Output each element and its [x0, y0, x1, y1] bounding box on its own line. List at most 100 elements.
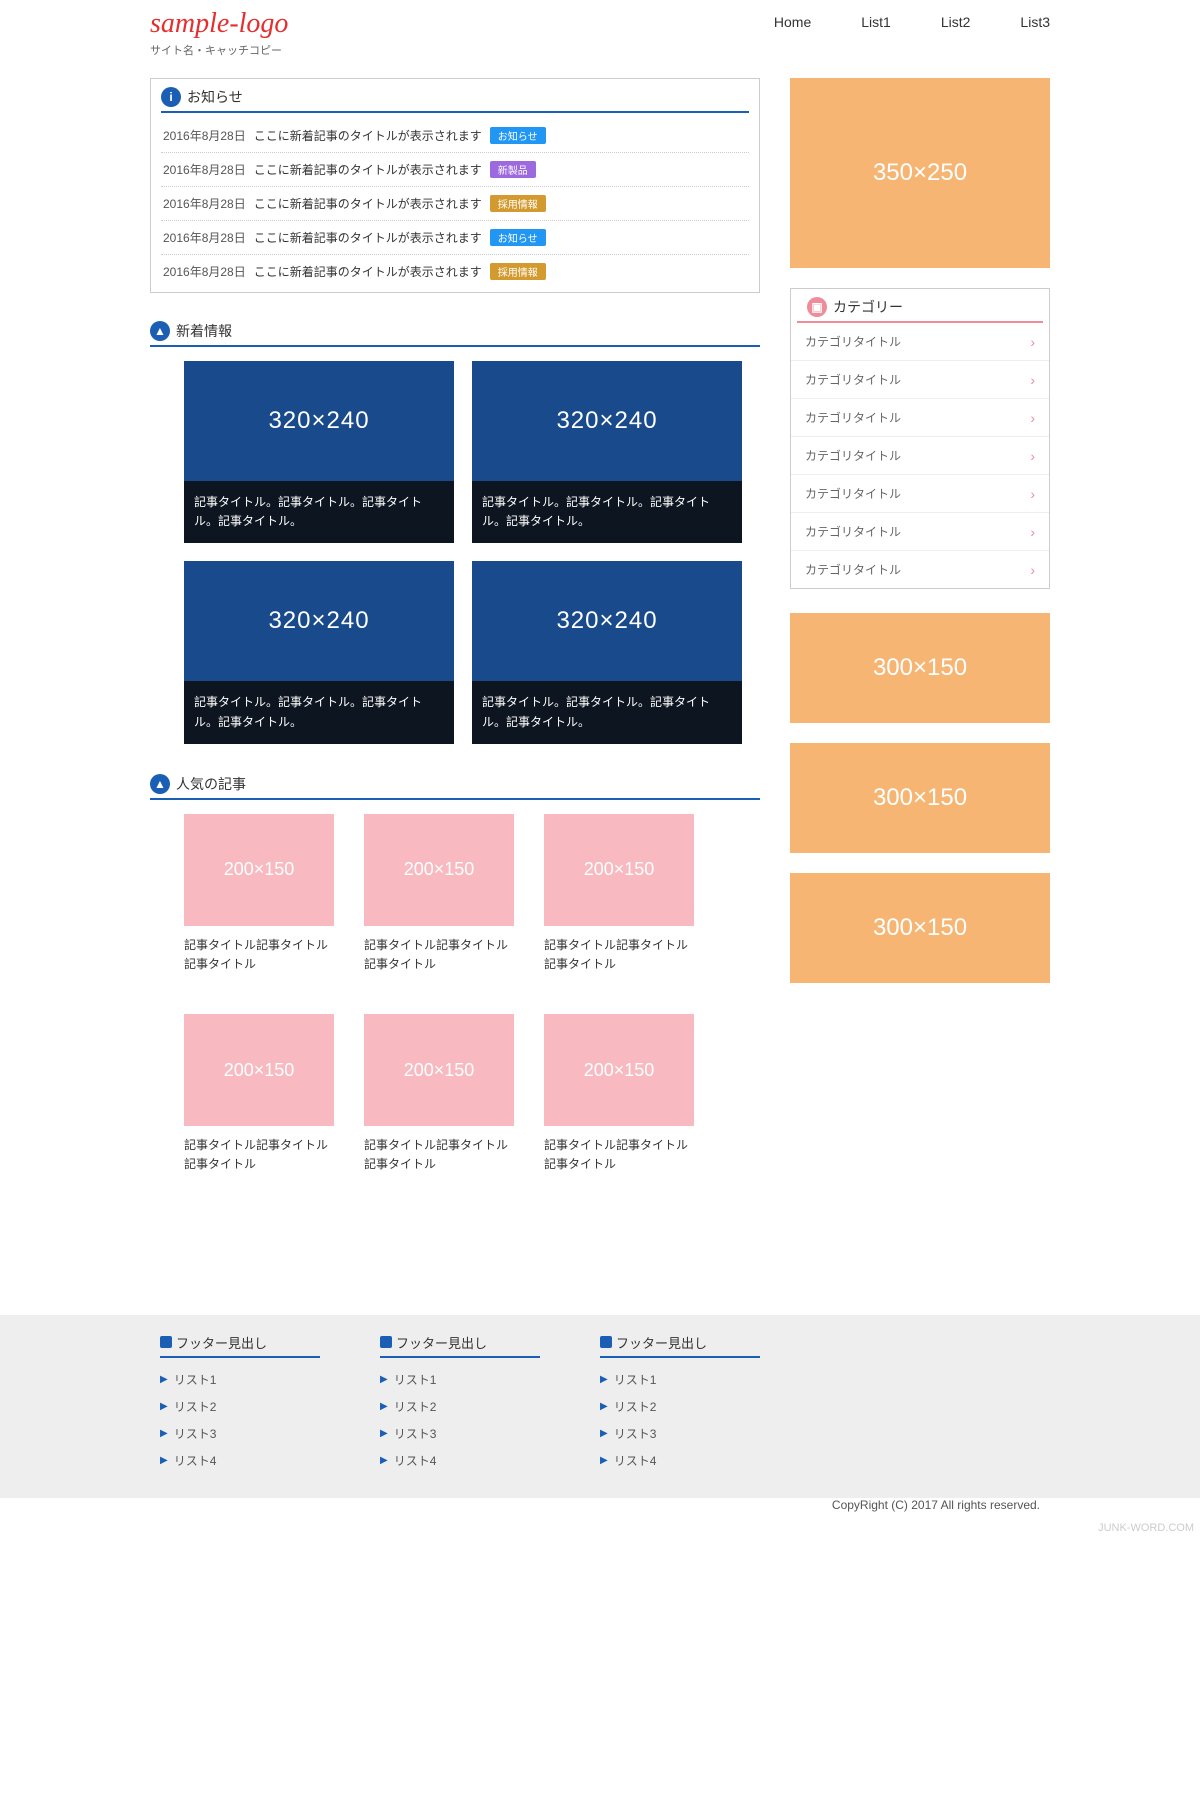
nav-home[interactable]: Home — [774, 14, 811, 30]
footer-link[interactable]: ▶リスト2 — [380, 1393, 540, 1420]
notice-item[interactable]: 2016年8月28日ここに新着記事のタイトルが表示されますお知らせ — [161, 221, 749, 255]
bullet-icon: ▶ — [160, 1428, 168, 1439]
notice-badge: お知らせ — [490, 127, 546, 144]
popular-thumb: 200×150 — [184, 814, 334, 926]
footer-heading: フッター見出し — [160, 1333, 320, 1358]
copyright: CopyRight (C) 2017 All rights reserved. — [150, 1498, 1050, 1520]
popular-card-title: 記事タイトル記事タイトル記事タイトル — [364, 1126, 514, 1184]
category-item[interactable]: カテゴリタイトル› — [791, 551, 1049, 588]
category-label: カテゴリタイトル — [805, 447, 901, 464]
latest-thumb: 320×240 — [472, 361, 742, 481]
footer-link[interactable]: ▶リスト4 — [600, 1447, 760, 1474]
footer-link[interactable]: ▶リスト3 — [600, 1420, 760, 1447]
footer-link[interactable]: ▶リスト1 — [380, 1366, 540, 1393]
side-banner-2[interactable]: 300×150 — [790, 743, 1050, 853]
latest-card-title: 記事タイトル。記事タイトル。記事タイトル。記事タイトル。 — [184, 481, 454, 543]
chevron-right-icon: › — [1030, 372, 1035, 388]
latest-thumb: 320×240 — [472, 561, 742, 681]
footer-heading: フッター見出し — [600, 1333, 760, 1358]
popular-card[interactable]: 200×150記事タイトル記事タイトル記事タイトル — [544, 1014, 694, 1184]
notice-badge: お知らせ — [490, 229, 546, 246]
category-label: カテゴリタイトル — [805, 523, 901, 540]
popular-thumb: 200×150 — [364, 1014, 514, 1126]
popular-card[interactable]: 200×150記事タイトル記事タイトル記事タイトル — [364, 814, 514, 984]
notice-item[interactable]: 2016年8月28日ここに新着記事のタイトルが表示されます採用情報 — [161, 187, 749, 221]
square-icon — [380, 1336, 392, 1348]
notice-badge: 採用情報 — [490, 195, 546, 212]
footer-link[interactable]: ▶リスト4 — [160, 1447, 320, 1474]
popular-thumb: 200×150 — [364, 814, 514, 926]
category-item[interactable]: カテゴリタイトル› — [791, 475, 1049, 513]
popular-card-title: 記事タイトル記事タイトル記事タイトル — [364, 926, 514, 984]
bullet-icon: ▶ — [600, 1401, 608, 1412]
main-nav: Home List1 List2 List3 — [774, 8, 1050, 30]
latest-thumb: 320×240 — [184, 361, 454, 481]
latest-card[interactable]: 320×240記事タイトル。記事タイトル。記事タイトル。記事タイトル。 — [184, 361, 454, 543]
footer-link[interactable]: ▶リスト1 — [600, 1366, 760, 1393]
notice-item-title: ここに新着記事のタイトルが表示されます — [254, 195, 482, 212]
notice-item[interactable]: 2016年8月28日ここに新着記事のタイトルが表示されます採用情報 — [161, 255, 749, 288]
popular-card-title: 記事タイトル記事タイトル記事タイトル — [184, 1126, 334, 1184]
latest-card[interactable]: 320×240記事タイトル。記事タイトル。記事タイトル。記事タイトル。 — [184, 561, 454, 743]
nav-list2[interactable]: List2 — [941, 14, 971, 30]
bullet-icon: ▶ — [160, 1455, 168, 1466]
bullet-icon: ▶ — [380, 1455, 388, 1466]
footer-link[interactable]: ▶リスト2 — [600, 1393, 760, 1420]
footer-heading: フッター見出し — [380, 1333, 540, 1358]
notice-badge: 新製品 — [490, 161, 536, 178]
bullet-icon: ▶ — [380, 1374, 388, 1385]
footer-link[interactable]: ▶リスト2 — [160, 1393, 320, 1420]
popular-card[interactable]: 200×150記事タイトル記事タイトル記事タイトル — [544, 814, 694, 984]
nav-list1[interactable]: List1 — [861, 14, 891, 30]
latest-card[interactable]: 320×240記事タイトル。記事タイトル。記事タイトル。記事タイトル。 — [472, 361, 742, 543]
notice-item-title: ここに新着記事のタイトルが表示されます — [254, 127, 482, 144]
notice-item-title: ここに新着記事のタイトルが表示されます — [254, 229, 482, 246]
up-icon: ▲ — [150, 774, 170, 794]
category-item[interactable]: カテゴリタイトル› — [791, 513, 1049, 551]
latest-card[interactable]: 320×240記事タイトル。記事タイトル。記事タイトル。記事タイトル。 — [472, 561, 742, 743]
latest-card-title: 記事タイトル。記事タイトル。記事タイトル。記事タイトル。 — [472, 681, 742, 743]
notice-date: 2016年8月28日 — [163, 195, 246, 212]
latest-title: 新着情報 — [176, 321, 232, 341]
bullet-icon: ▶ — [600, 1374, 608, 1385]
category-item[interactable]: カテゴリタイトル› — [791, 323, 1049, 361]
category-box: ▣ カテゴリー カテゴリタイトル›カテゴリタイトル›カテゴリタイトル›カテゴリタ… — [790, 288, 1050, 589]
side-banner-1[interactable]: 300×150 — [790, 613, 1050, 723]
square-icon — [160, 1336, 172, 1348]
category-label: カテゴリタイトル — [805, 409, 901, 426]
latest-card-title: 記事タイトル。記事タイトル。記事タイトル。記事タイトル。 — [184, 681, 454, 743]
notice-date: 2016年8月28日 — [163, 263, 246, 280]
latest-card-title: 記事タイトル。記事タイトル。記事タイトル。記事タイトル。 — [472, 481, 742, 543]
footer-column: フッター見出し ▶リスト1▶リスト2▶リスト3▶リスト4 — [160, 1333, 320, 1474]
footer-link[interactable]: ▶リスト1 — [160, 1366, 320, 1393]
square-icon — [600, 1336, 612, 1348]
popular-card[interactable]: 200×150記事タイトル記事タイトル記事タイトル — [364, 1014, 514, 1184]
category-item[interactable]: カテゴリタイトル › — [791, 399, 1049, 437]
bullet-icon: ▶ — [160, 1374, 168, 1385]
footer-link[interactable]: ▶リスト3 — [380, 1420, 540, 1447]
nav-list3[interactable]: List3 — [1020, 14, 1050, 30]
site-tagline: サイト名・キャッチコピー — [150, 42, 288, 58]
footer-link[interactable]: ▶リスト3 — [160, 1420, 320, 1447]
category-label: カテゴリタイトル — [805, 333, 901, 350]
side-banner-3[interactable]: 300×150 — [790, 873, 1050, 983]
footer-link[interactable]: ▶リスト4 — [380, 1447, 540, 1474]
category-item[interactable]: カテゴリタイトル› — [791, 437, 1049, 475]
side-banner-large[interactable]: 350×250 — [790, 78, 1050, 268]
category-title: カテゴリー — [833, 297, 903, 317]
site-logo[interactable]: sample-logo — [150, 8, 288, 40]
popular-card[interactable]: 200×150記事タイトル記事タイトル記事タイトル — [184, 1014, 334, 1184]
notice-item-title: ここに新着記事のタイトルが表示されます — [254, 263, 482, 280]
popular-title: 人気の記事 — [176, 774, 246, 794]
category-label: カテゴリタイトル — [805, 485, 901, 502]
popular-card[interactable]: 200×150記事タイトル記事タイトル記事タイトル — [184, 814, 334, 984]
notice-title: お知らせ — [187, 87, 243, 107]
notice-item[interactable]: 2016年8月28日ここに新着記事のタイトルが表示されますお知らせ — [161, 119, 749, 153]
chevron-right-icon: › — [1030, 410, 1035, 426]
category-item[interactable]: カテゴリタイトル› — [791, 361, 1049, 399]
popular-section: ▲ 人気の記事 200×150記事タイトル記事タイトル記事タイトル200×150… — [150, 774, 760, 1185]
notice-item[interactable]: 2016年8月28日ここに新着記事のタイトルが表示されます新製品 — [161, 153, 749, 187]
latest-section: ▲ 新着情報 320×240記事タイトル。記事タイトル。記事タイトル。記事タイト… — [150, 321, 760, 744]
chevron-right-icon: › — [1030, 562, 1035, 578]
popular-thumb: 200×150 — [544, 1014, 694, 1126]
